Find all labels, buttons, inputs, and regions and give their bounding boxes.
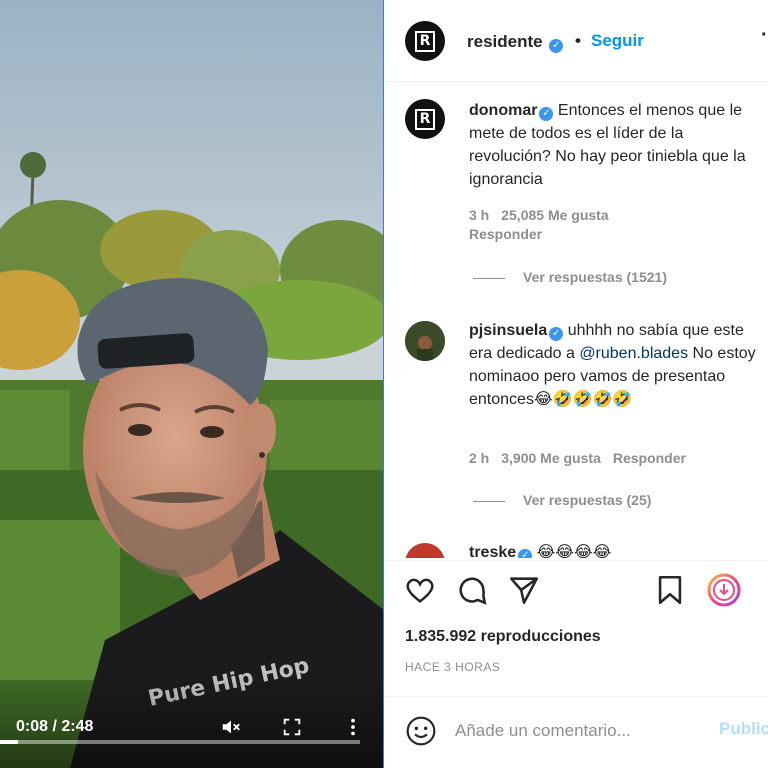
replies-divider	[473, 500, 505, 502]
comment-text: pjsinsuela ✓ uhhhh no sabía que este era …	[469, 319, 761, 411]
post-options-icon[interactable]: ·	[761, 24, 768, 47]
publish-button[interactable]: Publicar	[719, 719, 768, 739]
fullscreen-icon[interactable]	[281, 716, 303, 738]
avatar[interactable]	[405, 321, 445, 361]
comment-meta: 2 h 3,900 Me gusta Responder	[469, 450, 698, 466]
verified-badge-icon: ✓	[518, 549, 533, 558]
view-replies-label: Ver respuestas (25)	[523, 492, 652, 508]
comment-meta: 3 h 25,085 Me gusta	[469, 207, 621, 223]
verified-badge-icon: ✓	[549, 39, 564, 53]
replies-divider	[473, 277, 505, 279]
download-icon[interactable]	[707, 573, 741, 607]
follow-button[interactable]: Seguir	[591, 31, 644, 51]
reply-button[interactable]: Responder	[613, 450, 686, 466]
comment-username[interactable]: treske	[469, 544, 516, 558]
video-progress-bar[interactable]	[0, 740, 360, 744]
avatar[interactable]: R	[405, 21, 445, 61]
video-controls: 0:08 / 2:48	[0, 678, 383, 768]
header-separator: •	[575, 31, 581, 50]
comment-bubble-icon[interactable]	[455, 573, 489, 607]
comment-time[interactable]: 2 h	[469, 450, 489, 466]
post-timestamp: HACE 3 HORAS	[405, 660, 501, 674]
video-frame: Pure Hip Hop	[0, 0, 383, 768]
video-progress-fill	[0, 740, 18, 744]
bookmark-icon[interactable]	[653, 573, 687, 607]
avatar[interactable]	[405, 543, 445, 558]
comment-text: treske ✓ 😂😂😂😂	[469, 541, 761, 558]
more-options-icon[interactable]	[342, 716, 364, 738]
post-header: R residente ✓ • Seguir ·	[385, 0, 768, 82]
view-replies-button[interactable]: Ver respuestas (1521)	[473, 269, 667, 285]
comment-list[interactable]: R donomar ✓ Entonces el menos que le mete…	[385, 83, 768, 558]
comment-username[interactable]: pjsinsuela	[469, 322, 547, 339]
heart-icon[interactable]	[403, 573, 437, 607]
view-replies-button[interactable]: Ver respuestas (25)	[473, 492, 651, 508]
views-count: 1.835.992 reproducciones	[405, 628, 601, 645]
avatar[interactable]: R	[405, 99, 445, 139]
verified-badge-icon: ✓	[549, 327, 564, 341]
comment-likes[interactable]: 25,085 Me gusta	[501, 207, 608, 223]
video-time: 0:08 / 2:48	[16, 718, 94, 735]
comment-username[interactable]: donomar	[469, 102, 537, 119]
reply-button[interactable]: Responder	[469, 226, 542, 242]
post-username[interactable]: residente ✓	[467, 32, 564, 53]
comment-time[interactable]: 3 h	[469, 207, 489, 223]
mute-icon[interactable]	[220, 716, 242, 738]
post-actions: 1.835.992 reproducciones HACE 3 HORAS	[385, 560, 768, 695]
emoji-icon[interactable]	[405, 715, 437, 747]
post-username-text[interactable]: residente	[467, 32, 543, 51]
comment-input[interactable]	[455, 717, 715, 745]
post-panel: R residente ✓ • Seguir · R donomar ✓ Ento…	[385, 0, 768, 768]
video-player[interactable]: Pure Hip Hop 0:08 / 2:48	[0, 0, 384, 768]
add-comment-bar: Publicar	[385, 696, 768, 768]
comment-likes[interactable]: 3,900 Me gusta	[501, 450, 601, 466]
paper-plane-icon[interactable]	[507, 573, 541, 607]
mention-link[interactable]: @ruben.blades	[579, 345, 688, 362]
comment-body: 😂😂😂😂	[536, 544, 612, 558]
comment-text: donomar ✓ Entonces el menos que le mete d…	[469, 99, 761, 191]
view-replies-label: Ver respuestas (1521)	[523, 269, 667, 285]
verified-badge-icon: ✓	[539, 107, 554, 121]
